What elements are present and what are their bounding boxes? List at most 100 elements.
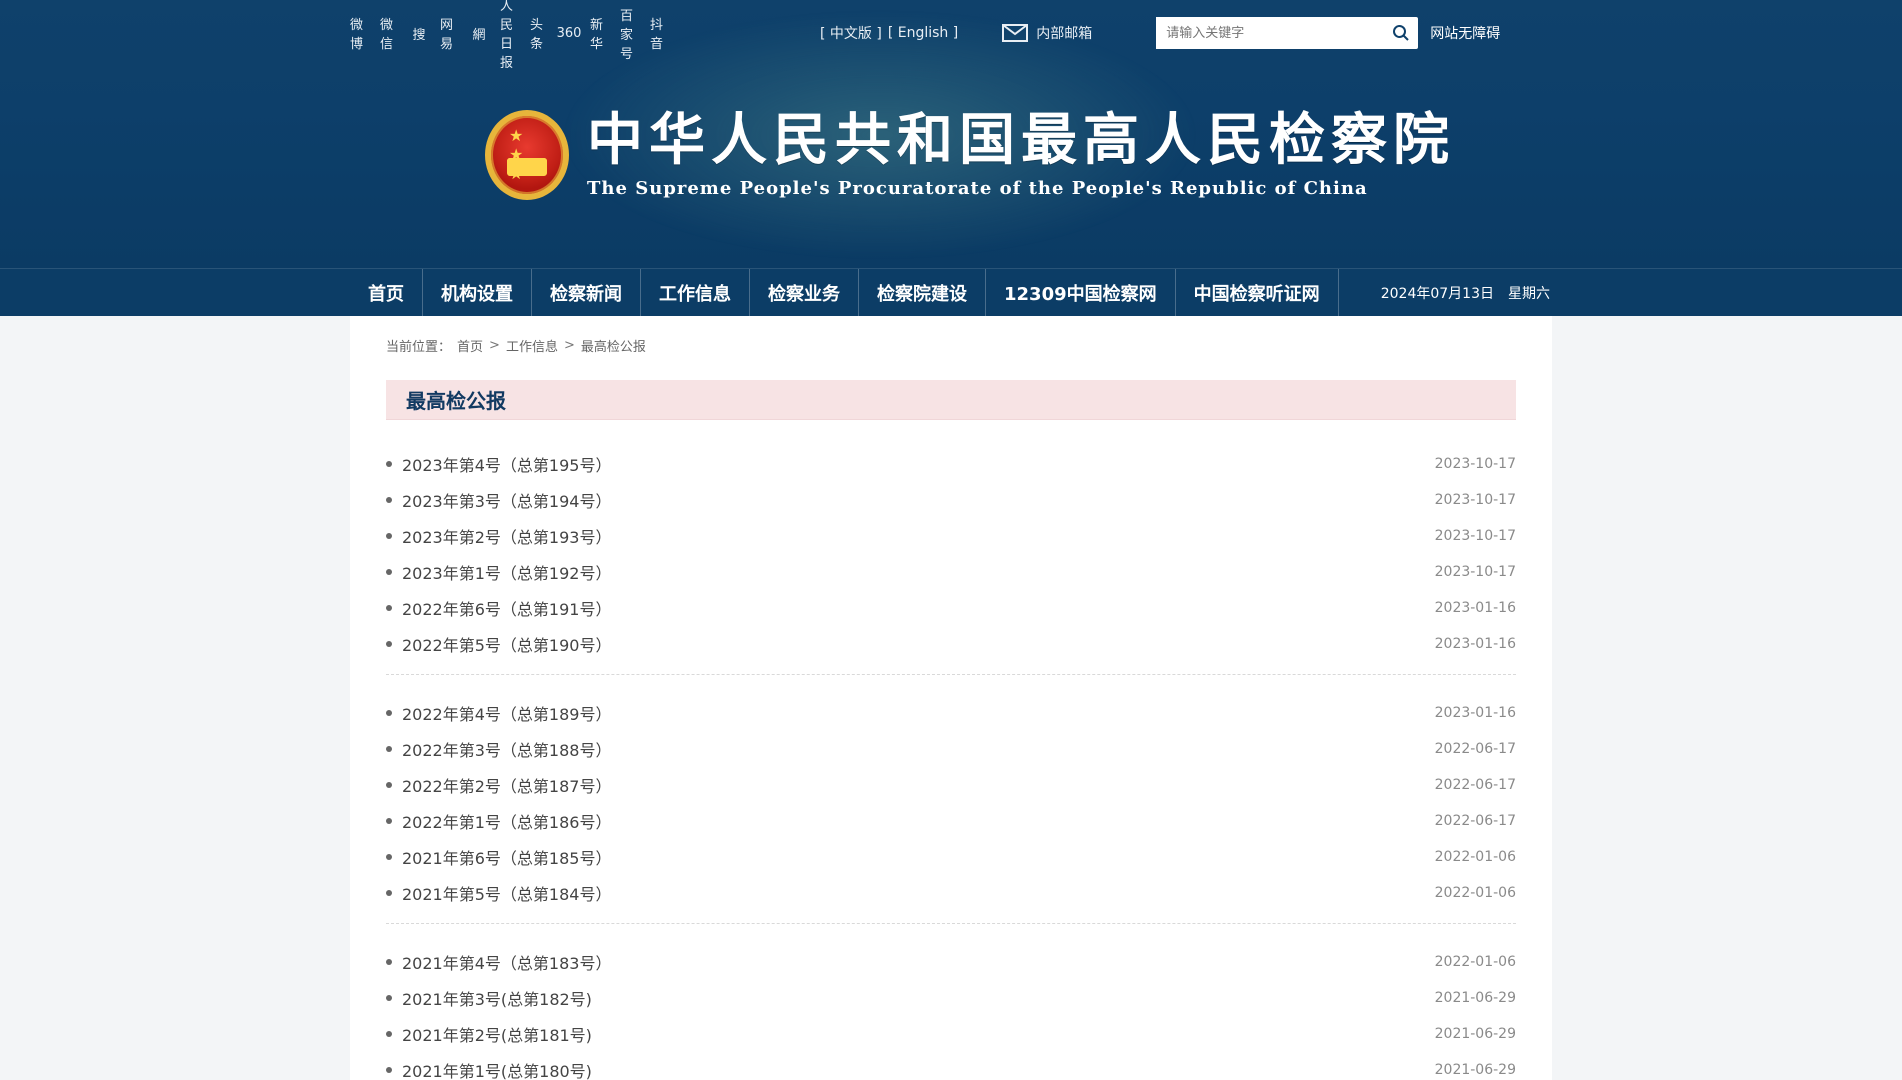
nav-org[interactable]: 机构设置 — [423, 269, 532, 317]
list-item-title[interactable]: 2023年第4号（总第195号） — [402, 452, 1435, 476]
nav-work-info[interactable]: 工作信息 — [641, 269, 750, 317]
site-title-cn: 中华人民共和国最高人民检察院 — [587, 106, 1455, 173]
list-item-title[interactable]: 2023年第2号（总第193号） — [402, 524, 1435, 548]
breadcrumb-sep: > — [489, 338, 500, 353]
people-daily-icon[interactable]: 人民日报 — [500, 0, 518, 71]
wangyi-icon[interactable]: 網 — [470, 24, 488, 43]
list-item[interactable]: 2023年第3号（总第194号） 2023-10-17 — [386, 482, 1516, 518]
bullet-icon — [386, 959, 392, 965]
search-icon — [1393, 25, 1409, 41]
breadcrumb-home[interactable]: 首页 — [457, 336, 483, 355]
list-item-date: 2023-01-16 — [1434, 600, 1516, 616]
360-icon[interactable]: 360 — [557, 24, 582, 42]
list-item[interactable]: 2021年第6号（总第185号） 2022-01-06 — [386, 839, 1516, 875]
list-item-date: 2021-06-29 — [1434, 1062, 1516, 1078]
breadcrumb-work-info[interactable]: 工作信息 — [506, 336, 558, 355]
list-item-title[interactable]: 2021年第4号（总第183号） — [402, 950, 1435, 974]
douyin-icon[interactable]: 抖音 — [650, 18, 668, 52]
list-item[interactable]: 2021年第5号（总第184号） 2022-01-06 — [386, 875, 1516, 911]
toutiao-icon[interactable]: 头条 — [530, 18, 548, 52]
list-item[interactable]: 2021年第2号(总第181号) 2021-06-29 — [386, 1016, 1516, 1052]
bullet-icon — [386, 1067, 392, 1073]
list-item-title[interactable]: 2023年第3号（总第194号） — [402, 488, 1435, 512]
content-panel: 当前位置： 首页 > 工作信息 > 最高检公报 最高检公报 2023年第4号（总… — [350, 316, 1552, 1080]
list-item[interactable]: 2022年第2号（总第187号） 2022-06-17 — [386, 767, 1516, 803]
sohu-icon[interactable]: 搜 — [410, 24, 428, 43]
site-title-en: The Supreme People's Procuratorate of th… — [587, 177, 1368, 199]
list-item-title[interactable]: 2022年第5号（总第190号） — [402, 632, 1435, 656]
bullet-icon — [386, 641, 392, 647]
list-item-title[interactable]: 2021年第3号(总第182号) — [402, 986, 1435, 1010]
list-item[interactable]: 2021年第1号(总第180号) 2021-06-29 — [386, 1052, 1516, 1080]
list-item[interactable]: 2023年第4号（总第195号） 2023-10-17 — [386, 446, 1516, 482]
nav-construction[interactable]: 检察院建设 — [859, 269, 986, 317]
list-item-title[interactable]: 2022年第2号（总第187号） — [402, 773, 1435, 797]
bullet-icon — [386, 746, 392, 752]
lang-chinese-link[interactable]: [ 中文版 ] — [820, 23, 882, 43]
list-item-title[interactable]: 2021年第2号(总第181号) — [402, 1022, 1435, 1046]
emblem-gate — [507, 158, 547, 176]
nav-hearing[interactable]: 中国检察听证网 — [1176, 269, 1339, 317]
mail-label: 内部邮箱 — [1036, 26, 1093, 42]
bullet-icon — [386, 818, 392, 824]
accessibility-link[interactable]: 网站无障碍 — [1430, 23, 1500, 43]
top-bar: 微博 微信 搜 网易 網 人民日报 头条 360 新华 百家号 抖音 [ 中文版… — [350, 0, 1550, 71]
nav-weekday: 星期六 — [1508, 286, 1550, 302]
list-item-date: 2022-01-06 — [1434, 954, 1516, 970]
list-item[interactable]: 2022年第5号（总第190号） 2023-01-16 — [386, 626, 1516, 662]
internal-mail[interactable]: 内部邮箱 — [1002, 23, 1092, 43]
list-item-date: 2021-06-29 — [1434, 990, 1516, 1006]
list-item-title[interactable]: 2021年第5号（总第184号） — [402, 881, 1435, 905]
bullet-icon — [386, 890, 392, 896]
list-item[interactable]: 2023年第1号（总第192号） 2023-10-17 — [386, 554, 1516, 590]
list-item-date: 2023-10-17 — [1434, 528, 1516, 544]
list-item-date: 2021-06-29 — [1434, 1026, 1516, 1042]
mail-icon — [1002, 24, 1029, 42]
weibo-icon[interactable]: 微博 — [350, 18, 368, 52]
nav-12309[interactable]: 12309中国检察网 — [986, 269, 1176, 317]
baijiahao-icon[interactable]: 百家号 — [620, 9, 638, 62]
bullet-icon — [386, 461, 392, 467]
breadcrumb: 当前位置： 首页 > 工作信息 > 最高检公报 — [386, 336, 646, 355]
breadcrumb-label: 当前位置： — [386, 340, 452, 355]
nav-date-text: 2024年07月13日 — [1380, 286, 1494, 302]
list-item-title[interactable]: 2022年第4号（总第189号） — [402, 701, 1435, 725]
nav-business[interactable]: 检察业务 — [750, 269, 859, 317]
wechat-icon[interactable]: 微信 — [380, 18, 398, 52]
list-item-date: 2022-01-06 — [1434, 849, 1516, 865]
list-item-title[interactable]: 2021年第1号(总第180号) — [402, 1058, 1435, 1080]
list-item[interactable]: 2021年第4号（总第183号） 2022-01-06 — [386, 944, 1516, 980]
netease-icon[interactable]: 网易 — [440, 18, 458, 52]
xinhua-icon[interactable]: 新华 — [590, 18, 608, 52]
bullet-icon — [386, 1031, 392, 1037]
lang-english-link[interactable]: [ English ] — [888, 25, 958, 41]
list-item[interactable]: 2021年第3号(总第182号) 2021-06-29 — [386, 980, 1516, 1016]
list-item-title[interactable]: 2022年第3号（总第188号） — [402, 737, 1435, 761]
list-item-title[interactable]: 2022年第6号（总第191号） — [402, 596, 1435, 620]
list-item[interactable]: 2023年第2号（总第193号） 2023-10-17 — [386, 518, 1516, 554]
nav-date: 2024年07月13日 星期六 — [1381, 283, 1550, 303]
list-item-date: 2023-10-17 — [1434, 492, 1516, 508]
list-item-title[interactable]: 2021年第6号（总第185号） — [402, 845, 1435, 869]
list-item[interactable]: 2022年第6号（总第191号） 2023-01-16 — [386, 590, 1516, 626]
list-group-1: 2023年第4号（总第195号） 2023-10-17 2023年第3号（总第1… — [386, 442, 1516, 662]
nav-news[interactable]: 检察新闻 — [532, 269, 641, 317]
list-item-date: 2023-01-16 — [1434, 705, 1516, 721]
list-item[interactable]: 2022年第4号（总第189号） 2023-01-16 — [386, 695, 1516, 731]
search-button[interactable] — [1384, 17, 1418, 49]
national-emblem-icon: ★ ★ ★ — [485, 110, 569, 200]
list-divider — [386, 674, 1516, 675]
list-item[interactable]: 2022年第1号（总第186号） 2022-06-17 — [386, 803, 1516, 839]
bullet-icon — [386, 497, 392, 503]
search-input[interactable] — [1156, 17, 1385, 49]
list-item[interactable]: 2022年第3号（总第188号） 2022-06-17 — [386, 731, 1516, 767]
nav-home[interactable]: 首页 — [350, 269, 423, 317]
site-banner: ★ ★ ★ 中华人民共和国最高人民检察院 The Supreme People'… — [485, 110, 1455, 200]
list-item-date: 2022-01-06 — [1434, 885, 1516, 901]
list-item-title[interactable]: 2022年第1号（总第186号） — [402, 809, 1435, 833]
list-item-title[interactable]: 2023年第1号（总第192号） — [402, 560, 1435, 584]
list-item-date: 2022-06-17 — [1434, 813, 1516, 829]
bullet-icon — [386, 995, 392, 1001]
section-title: 最高检公报 — [386, 380, 1516, 420]
breadcrumb-sep: > — [563, 338, 575, 353]
